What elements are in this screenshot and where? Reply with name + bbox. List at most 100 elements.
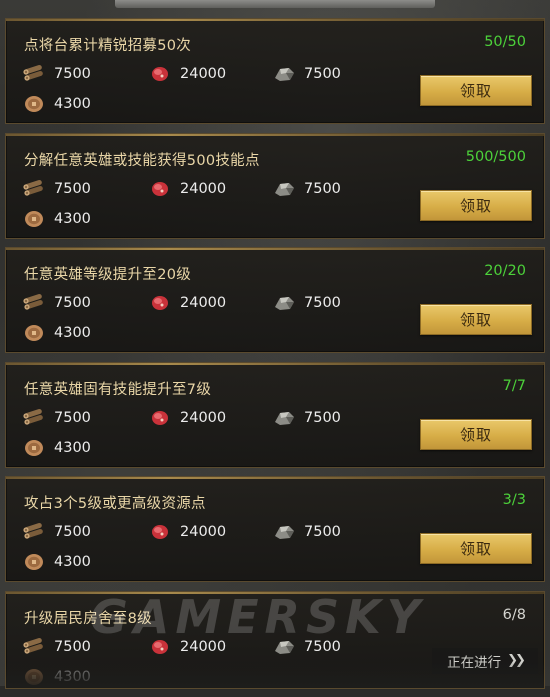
reward-food: 24000 xyxy=(148,408,226,428)
reward-wood-amount: 7500 xyxy=(54,524,91,540)
iron-ore-icon xyxy=(272,293,296,313)
reward-coin: 4300 xyxy=(22,94,91,114)
copper-coin-icon xyxy=(22,94,46,114)
iron-ore-icon xyxy=(272,408,296,428)
reward-food-amount: 24000 xyxy=(180,410,226,426)
reward-iron-amount: 7500 xyxy=(304,639,341,655)
reward-iron: 7500 xyxy=(272,64,341,84)
task-progress: 3/3 xyxy=(503,492,526,508)
reward-wood-amount: 7500 xyxy=(54,410,91,426)
meat-icon xyxy=(148,64,172,84)
reward-wood-amount: 7500 xyxy=(54,181,91,197)
copper-coin-icon xyxy=(22,667,46,687)
reward-food: 24000 xyxy=(148,293,226,313)
in-progress-status[interactable]: 正在进行 ❯❯ xyxy=(432,648,538,674)
task-progress: 20/20 xyxy=(484,263,526,279)
reward-coin-amount: 4300 xyxy=(54,669,91,685)
wood-logs-icon xyxy=(22,522,46,542)
claim-button[interactable]: 领取 xyxy=(420,75,532,106)
task-card: 升级居民房舍至8级 6/8 7500 24000 7500 4300 正在进行 … xyxy=(5,591,545,689)
double-chevron-right-icon: ❯❯ xyxy=(507,653,523,668)
wood-logs-icon xyxy=(22,293,46,313)
reward-iron-amount: 7500 xyxy=(304,181,341,197)
reward-wood-amount: 7500 xyxy=(54,639,91,655)
reward-iron: 7500 xyxy=(272,522,341,542)
reward-iron: 7500 xyxy=(272,408,341,428)
task-progress: 500/500 xyxy=(466,149,526,165)
reward-food-amount: 24000 xyxy=(180,181,226,197)
reward-wood: 7500 xyxy=(22,637,91,657)
reward-coin: 4300 xyxy=(22,323,91,343)
top-tab-bar xyxy=(115,0,435,8)
copper-coin-icon xyxy=(22,438,46,458)
iron-ore-icon xyxy=(272,64,296,84)
reward-food-amount: 24000 xyxy=(180,295,226,311)
claim-button[interactable]: 领取 xyxy=(420,190,532,221)
reward-food: 24000 xyxy=(148,522,226,542)
reward-iron: 7500 xyxy=(272,179,341,199)
task-title: 任意英雄等级提升至20级 xyxy=(24,263,191,284)
iron-ore-icon xyxy=(272,179,296,199)
claim-button[interactable]: 领取 xyxy=(420,304,532,335)
reward-coin: 4300 xyxy=(22,667,91,687)
reward-coin-amount: 4300 xyxy=(54,554,91,570)
reward-iron-amount: 7500 xyxy=(304,66,341,82)
reward-iron-amount: 7500 xyxy=(304,410,341,426)
iron-ore-icon xyxy=(272,637,296,657)
iron-ore-icon xyxy=(272,522,296,542)
reward-wood-amount: 7500 xyxy=(54,295,91,311)
reward-wood: 7500 xyxy=(22,293,91,313)
reward-coin: 4300 xyxy=(22,438,91,458)
reward-food-amount: 24000 xyxy=(180,66,226,82)
reward-food-amount: 24000 xyxy=(180,639,226,655)
reward-iron-amount: 7500 xyxy=(304,295,341,311)
reward-food: 24000 xyxy=(148,637,226,657)
task-card: 点将台累计精锐招募50次 50/50 7500 24000 7500 4300 … xyxy=(5,18,545,124)
task-title: 点将台累计精锐招募50次 xyxy=(24,34,191,55)
reward-wood: 7500 xyxy=(22,64,91,84)
wood-logs-icon xyxy=(22,637,46,657)
reward-coin-amount: 4300 xyxy=(54,325,91,341)
task-list: 点将台累计精锐招募50次 50/50 7500 24000 7500 4300 … xyxy=(5,18,545,697)
task-card: 任意英雄等级提升至20级 20/20 7500 24000 7500 4300 … xyxy=(5,247,545,353)
reward-coin-amount: 4300 xyxy=(54,96,91,112)
meat-icon xyxy=(148,179,172,199)
reward-coin: 4300 xyxy=(22,552,91,572)
task-title: 分解任意英雄或技能获得500技能点 xyxy=(24,149,260,170)
reward-iron: 7500 xyxy=(272,293,341,313)
claim-button[interactable]: 领取 xyxy=(420,533,532,564)
status-label: 正在进行 xyxy=(447,651,501,671)
claim-button[interactable]: 领取 xyxy=(420,419,532,450)
meat-icon xyxy=(148,408,172,428)
reward-wood-amount: 7500 xyxy=(54,66,91,82)
wood-logs-icon xyxy=(22,408,46,428)
reward-wood: 7500 xyxy=(22,179,91,199)
reward-food-amount: 24000 xyxy=(180,524,226,540)
wood-logs-icon xyxy=(22,179,46,199)
wood-logs-icon xyxy=(22,64,46,84)
task-card: 任意英雄固有技能提升至7级 7/7 7500 24000 7500 4300 领… xyxy=(5,362,545,468)
reward-wood: 7500 xyxy=(22,522,91,542)
task-title: 攻占3个5级或更高级资源点 xyxy=(24,492,206,513)
copper-coin-icon xyxy=(22,552,46,572)
reward-wood: 7500 xyxy=(22,408,91,428)
reward-coin-amount: 4300 xyxy=(54,211,91,227)
meat-icon xyxy=(148,637,172,657)
task-title: 升级居民房舍至8级 xyxy=(24,607,152,628)
copper-coin-icon xyxy=(22,209,46,229)
task-progress: 50/50 xyxy=(484,34,526,50)
reward-iron: 7500 xyxy=(272,637,341,657)
reward-food: 24000 xyxy=(148,179,226,199)
task-card: 攻占3个5级或更高级资源点 3/3 7500 24000 7500 4300 领… xyxy=(5,476,545,582)
task-progress: 6/8 xyxy=(503,607,526,623)
meat-icon xyxy=(148,522,172,542)
task-title: 任意英雄固有技能提升至7级 xyxy=(24,378,211,399)
task-progress: 7/7 xyxy=(503,378,526,394)
copper-coin-icon xyxy=(22,323,46,343)
meat-icon xyxy=(148,293,172,313)
task-card: 分解任意英雄或技能获得500技能点 500/500 7500 24000 750… xyxy=(5,133,545,239)
reward-food: 24000 xyxy=(148,64,226,84)
reward-coin-amount: 4300 xyxy=(54,440,91,456)
reward-coin: 4300 xyxy=(22,209,91,229)
reward-iron-amount: 7500 xyxy=(304,524,341,540)
